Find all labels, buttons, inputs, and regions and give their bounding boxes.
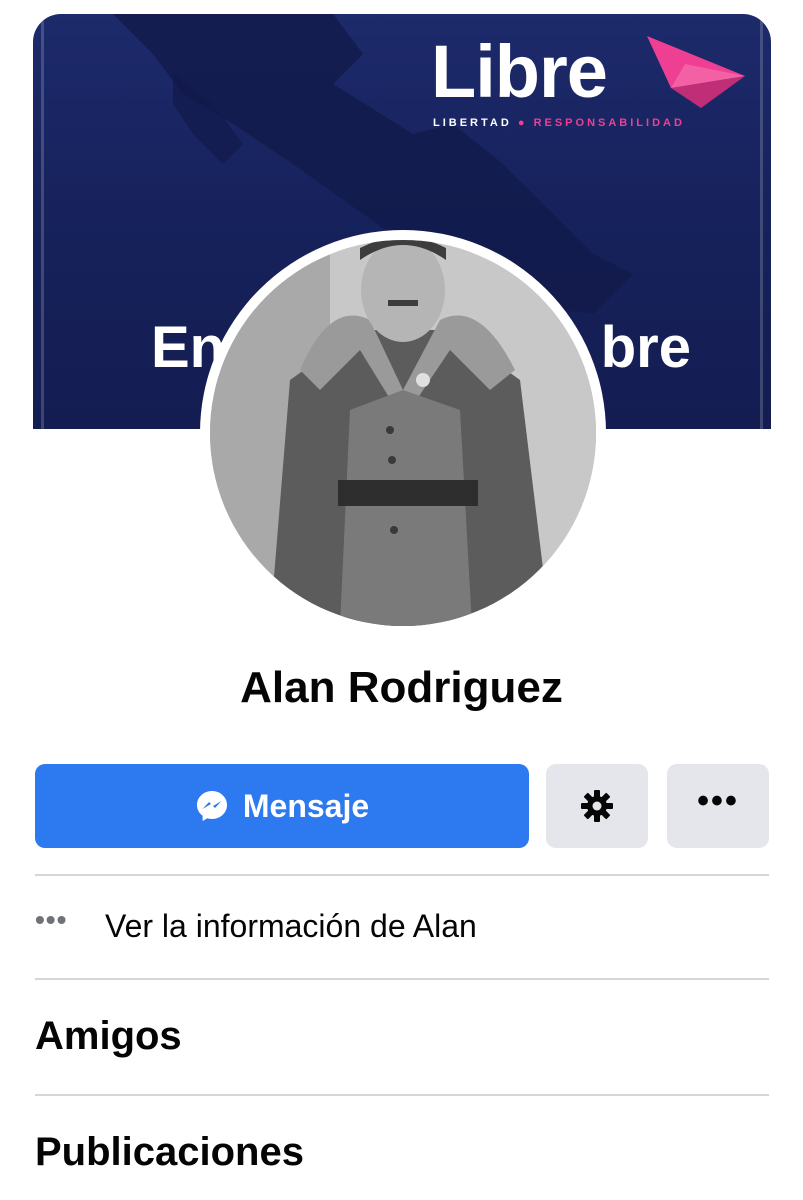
friends-section-title[interactable]: Amigos [35,1014,182,1059]
more-options-button[interactable]: ••• [667,764,769,848]
more-dots-icon: ••• [35,904,68,935]
profile-photo [210,240,596,626]
posts-section-title[interactable]: Publicaciones [35,1130,304,1175]
messenger-icon [196,791,227,821]
about-row[interactable]: ••• Ver la información de Alan [35,876,769,976]
divider [35,1094,769,1096]
tagline-dot: ● [517,117,534,129]
frame-line-right [760,14,763,429]
settings-button[interactable] [546,764,648,848]
frame-line-left [41,14,44,429]
brand-tagline-left: LIBERTAD [433,117,512,129]
brand-tagline: LIBERTAD ● RESPONSABILIDAD [433,117,685,129]
message-button[interactable]: Mensaje [35,764,529,848]
brand-tagline-right: RESPONSABILIDAD [533,117,685,129]
bird-icon [647,36,745,108]
brand-name: Libre [431,30,608,113]
message-button-label: Mensaje [242,787,370,824]
about-text: Ver la información de Alan [105,907,477,944]
banner-text-right: bre [600,315,691,380]
gear-icon [581,790,613,822]
brand-logo: Libre LIBERTAD ● RESPONSABILIDAD [431,32,751,132]
more-icon: ••• [697,782,739,820]
divider [35,978,769,980]
avatar[interactable] [210,240,596,626]
profile-name: Alan Rodriguez [240,663,563,712]
